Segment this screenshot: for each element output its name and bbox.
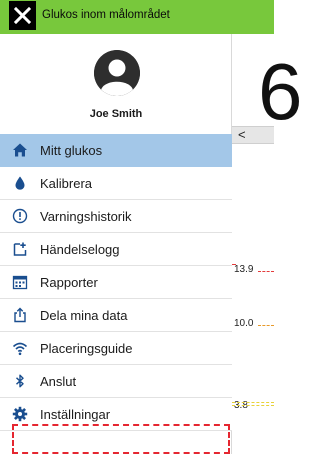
- navigation-drawer: Joe Smith Mitt glukos Kalibrera Varnings…: [0, 34, 232, 454]
- gear-icon: [12, 406, 28, 422]
- menu-item-varningshistorik[interactable]: Varningshistorik: [0, 200, 232, 233]
- high-threshold-line-left: [232, 264, 236, 265]
- target-threshold-line: [258, 325, 274, 326]
- menu-item-mitt-glukos[interactable]: Mitt glukos: [0, 134, 232, 167]
- menu-item-installningar[interactable]: Inställningar: [0, 398, 232, 431]
- menu-item-anslut[interactable]: Anslut: [0, 365, 232, 398]
- user-name: Joe Smith: [89, 108, 143, 120]
- menu-item-label: Kalibrera: [40, 175, 93, 191]
- menu-item-label: Varningshistorik: [40, 208, 132, 224]
- low-threshold-line: [232, 402, 274, 403]
- high-threshold-line: [258, 271, 274, 272]
- graph-tick-target: 10.0: [234, 318, 254, 329]
- menu-item-label: Rapporter: [40, 274, 98, 290]
- graph-tick-high: 13.9: [234, 264, 254, 275]
- home-icon: [12, 142, 28, 158]
- share-icon: [12, 307, 28, 323]
- add-note-icon: [12, 241, 28, 257]
- menu-item-label: Händelselogg: [40, 241, 120, 257]
- menu-item-label: Placeringsguide: [40, 340, 133, 356]
- calendar-icon: [12, 274, 28, 290]
- graph-back-button[interactable]: <: [238, 127, 246, 142]
- menu-item-label: Inställningar: [40, 406, 111, 422]
- menu-item-handelselogg[interactable]: Händelselogg: [0, 233, 232, 266]
- status-title: Glukos inom målområdet: [42, 9, 170, 21]
- menu-item-label: Mitt glukos: [40, 142, 103, 158]
- low-threshold-line-2: [232, 405, 274, 406]
- top-status-bar: Glukos inom målområdet: [0, 0, 274, 34]
- glucose-reading: 6: [258, 47, 303, 136]
- signal-icon: [12, 340, 28, 356]
- user-profile: Joe Smith: [0, 34, 232, 129]
- drop-icon: [12, 175, 28, 191]
- alert-circle-icon: [12, 208, 28, 224]
- bluetooth-icon: [12, 373, 28, 389]
- menu-item-rapporter[interactable]: Rapporter: [0, 266, 232, 299]
- close-icon: [14, 7, 31, 24]
- drawer-menu: Mitt glukos Kalibrera Varningshistorik H…: [0, 134, 232, 431]
- menu-item-label: Anslut: [40, 373, 77, 389]
- menu-item-kalibrera[interactable]: Kalibrera: [0, 167, 232, 200]
- menu-item-label: Dela mina data: [40, 307, 128, 323]
- menu-item-placeringsguide[interactable]: Placeringsguide: [0, 332, 232, 365]
- close-button[interactable]: [9, 1, 36, 30]
- menu-item-dela-mina-data[interactable]: Dela mina data: [0, 299, 232, 332]
- person-avatar-icon: [94, 50, 140, 96]
